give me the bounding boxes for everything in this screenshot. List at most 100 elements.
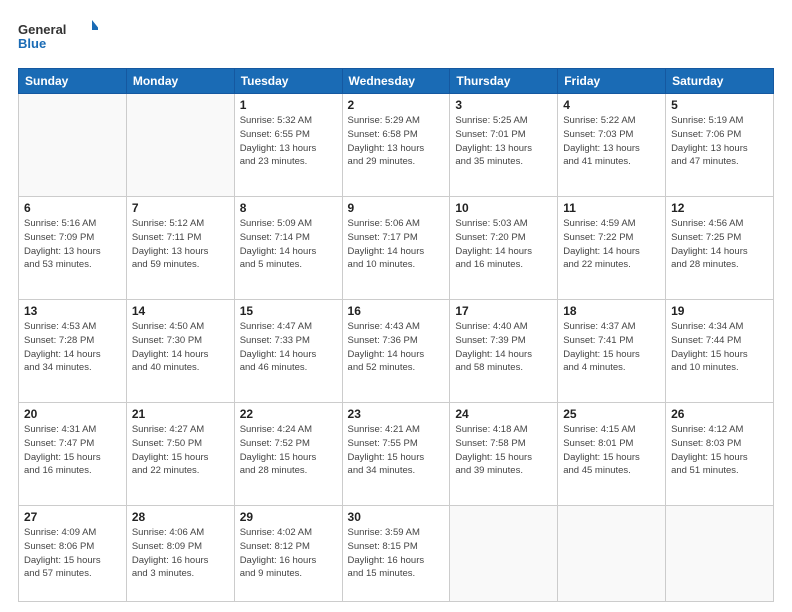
day-number: 25 xyxy=(563,407,660,421)
day-detail: Sunrise: 4:59 AM Sunset: 7:22 PM Dayligh… xyxy=(563,217,660,272)
logo: General Blue xyxy=(18,18,98,58)
calendar-table: SundayMondayTuesdayWednesdayThursdayFrid… xyxy=(18,68,774,602)
calendar-cell xyxy=(126,94,234,197)
day-number: 8 xyxy=(240,201,337,215)
weekday-header: Tuesday xyxy=(234,69,342,94)
calendar-week-row: 1 Sunrise: 5:32 AM Sunset: 6:55 PM Daylig… xyxy=(19,94,774,197)
day-number: 30 xyxy=(348,510,445,524)
day-detail: Sunrise: 4:40 AM Sunset: 7:39 PM Dayligh… xyxy=(455,320,552,375)
day-detail: Sunrise: 4:12 AM Sunset: 8:03 PM Dayligh… xyxy=(671,423,768,478)
calendar-cell: 6 Sunrise: 5:16 AM Sunset: 7:09 PM Daylig… xyxy=(19,197,127,300)
day-detail: Sunrise: 4:09 AM Sunset: 8:06 PM Dayligh… xyxy=(24,526,121,581)
day-number: 29 xyxy=(240,510,337,524)
day-number: 24 xyxy=(455,407,552,421)
calendar-cell: 17 Sunrise: 4:40 AM Sunset: 7:39 PM Dayli… xyxy=(450,300,558,403)
day-number: 28 xyxy=(132,510,229,524)
day-number: 20 xyxy=(24,407,121,421)
calendar-cell xyxy=(19,94,127,197)
day-detail: Sunrise: 4:43 AM Sunset: 7:36 PM Dayligh… xyxy=(348,320,445,375)
day-number: 22 xyxy=(240,407,337,421)
day-detail: Sunrise: 5:16 AM Sunset: 7:09 PM Dayligh… xyxy=(24,217,121,272)
calendar-cell: 3 Sunrise: 5:25 AM Sunset: 7:01 PM Daylig… xyxy=(450,94,558,197)
day-number: 15 xyxy=(240,304,337,318)
day-number: 19 xyxy=(671,304,768,318)
day-number: 5 xyxy=(671,98,768,112)
day-number: 13 xyxy=(24,304,121,318)
header: General Blue xyxy=(18,18,774,58)
calendar-cell: 12 Sunrise: 4:56 AM Sunset: 7:25 PM Dayli… xyxy=(666,197,774,300)
day-detail: Sunrise: 4:34 AM Sunset: 7:44 PM Dayligh… xyxy=(671,320,768,375)
day-detail: Sunrise: 4:27 AM Sunset: 7:50 PM Dayligh… xyxy=(132,423,229,478)
calendar-cell: 27Sunrise: 4:09 AM Sunset: 8:06 PM Dayli… xyxy=(19,506,127,602)
day-detail: Sunrise: 4:47 AM Sunset: 7:33 PM Dayligh… xyxy=(240,320,337,375)
day-detail: Sunrise: 4:37 AM Sunset: 7:41 PM Dayligh… xyxy=(563,320,660,375)
calendar-cell: 13 Sunrise: 4:53 AM Sunset: 7:28 PM Dayli… xyxy=(19,300,127,403)
calendar-cell: 8Sunrise: 5:09 AM Sunset: 7:14 PM Daylig… xyxy=(234,197,342,300)
calendar-cell: 2 Sunrise: 5:29 AM Sunset: 6:58 PM Daylig… xyxy=(342,94,450,197)
weekday-header: Wednesday xyxy=(342,69,450,94)
calendar-cell xyxy=(450,506,558,602)
calendar-cell: 19 Sunrise: 4:34 AM Sunset: 7:44 PM Dayli… xyxy=(666,300,774,403)
day-number: 23 xyxy=(348,407,445,421)
day-number: 21 xyxy=(132,407,229,421)
day-detail: Sunrise: 5:03 AM Sunset: 7:20 PM Dayligh… xyxy=(455,217,552,272)
day-number: 1 xyxy=(240,98,337,112)
day-number: 14 xyxy=(132,304,229,318)
day-number: 17 xyxy=(455,304,552,318)
day-number: 6 xyxy=(24,201,121,215)
weekday-header: Friday xyxy=(558,69,666,94)
day-detail: Sunrise: 5:25 AM Sunset: 7:01 PM Dayligh… xyxy=(455,114,552,169)
day-number: 16 xyxy=(348,304,445,318)
day-detail: Sunrise: 3:59 AM Sunset: 8:15 PM Dayligh… xyxy=(348,526,445,581)
svg-text:General: General xyxy=(18,22,66,37)
day-detail: Sunrise: 5:32 AM Sunset: 6:55 PM Dayligh… xyxy=(240,114,337,169)
day-detail: Sunrise: 5:22 AM Sunset: 7:03 PM Dayligh… xyxy=(563,114,660,169)
weekday-header: Monday xyxy=(126,69,234,94)
calendar-cell: 24 Sunrise: 4:18 AM Sunset: 7:58 PM Dayli… xyxy=(450,403,558,506)
logo-svg: General Blue xyxy=(18,18,98,58)
svg-text:Blue: Blue xyxy=(18,36,46,51)
day-detail: Sunrise: 5:19 AM Sunset: 7:06 PM Dayligh… xyxy=(671,114,768,169)
day-number: 3 xyxy=(455,98,552,112)
calendar-cell: 14 Sunrise: 4:50 AM Sunset: 7:30 PM Dayli… xyxy=(126,300,234,403)
weekday-header: Sunday xyxy=(19,69,127,94)
day-detail: Sunrise: 5:29 AM Sunset: 6:58 PM Dayligh… xyxy=(348,114,445,169)
calendar-cell: 9 Sunrise: 5:06 AM Sunset: 7:17 PM Daylig… xyxy=(342,197,450,300)
day-number: 2 xyxy=(348,98,445,112)
day-detail: Sunrise: 4:21 AM Sunset: 7:55 PM Dayligh… xyxy=(348,423,445,478)
day-detail: Sunrise: 4:53 AM Sunset: 7:28 PM Dayligh… xyxy=(24,320,121,375)
day-detail: Sunrise: 4:50 AM Sunset: 7:30 PM Dayligh… xyxy=(132,320,229,375)
day-detail: Sunrise: 4:24 AM Sunset: 7:52 PM Dayligh… xyxy=(240,423,337,478)
day-number: 26 xyxy=(671,407,768,421)
day-detail: Sunrise: 4:02 AM Sunset: 8:12 PM Dayligh… xyxy=(240,526,337,581)
day-number: 18 xyxy=(563,304,660,318)
calendar-week-row: 6 Sunrise: 5:16 AM Sunset: 7:09 PM Daylig… xyxy=(19,197,774,300)
calendar-cell: 5 Sunrise: 5:19 AM Sunset: 7:06 PM Daylig… xyxy=(666,94,774,197)
calendar-cell: 21 Sunrise: 4:27 AM Sunset: 7:50 PM Dayli… xyxy=(126,403,234,506)
day-number: 4 xyxy=(563,98,660,112)
calendar-cell: 26 Sunrise: 4:12 AM Sunset: 8:03 PM Dayli… xyxy=(666,403,774,506)
day-number: 10 xyxy=(455,201,552,215)
calendar-cell: 22 Sunrise: 4:24 AM Sunset: 7:52 PM Dayli… xyxy=(234,403,342,506)
day-detail: Sunrise: 4:56 AM Sunset: 7:25 PM Dayligh… xyxy=(671,217,768,272)
calendar-week-row: 20Sunrise: 4:31 AM Sunset: 7:47 PM Dayli… xyxy=(19,403,774,506)
calendar-week-row: 13 Sunrise: 4:53 AM Sunset: 7:28 PM Dayli… xyxy=(19,300,774,403)
day-detail: Sunrise: 5:12 AM Sunset: 7:11 PM Dayligh… xyxy=(132,217,229,272)
day-detail: Sunrise: 4:18 AM Sunset: 7:58 PM Dayligh… xyxy=(455,423,552,478)
day-number: 12 xyxy=(671,201,768,215)
calendar-cell: 20Sunrise: 4:31 AM Sunset: 7:47 PM Dayli… xyxy=(19,403,127,506)
calendar-cell: 25 Sunrise: 4:15 AM Sunset: 8:01 PM Dayli… xyxy=(558,403,666,506)
day-detail: Sunrise: 5:06 AM Sunset: 7:17 PM Dayligh… xyxy=(348,217,445,272)
day-number: 11 xyxy=(563,201,660,215)
calendar-cell: 15 Sunrise: 4:47 AM Sunset: 7:33 PM Dayli… xyxy=(234,300,342,403)
day-detail: Sunrise: 4:15 AM Sunset: 8:01 PM Dayligh… xyxy=(563,423,660,478)
weekday-header: Thursday xyxy=(450,69,558,94)
calendar-cell: 28 Sunrise: 4:06 AM Sunset: 8:09 PM Dayli… xyxy=(126,506,234,602)
page: General Blue SundayMondayTuesdayWednesda… xyxy=(0,0,792,612)
calendar-cell: 30 Sunrise: 3:59 AM Sunset: 8:15 PM Dayli… xyxy=(342,506,450,602)
calendar-cell: 23 Sunrise: 4:21 AM Sunset: 7:55 PM Dayli… xyxy=(342,403,450,506)
day-detail: Sunrise: 4:06 AM Sunset: 8:09 PM Dayligh… xyxy=(132,526,229,581)
calendar-header-row: SundayMondayTuesdayWednesdayThursdayFrid… xyxy=(19,69,774,94)
day-number: 9 xyxy=(348,201,445,215)
calendar-cell: 11 Sunrise: 4:59 AM Sunset: 7:22 PM Dayli… xyxy=(558,197,666,300)
